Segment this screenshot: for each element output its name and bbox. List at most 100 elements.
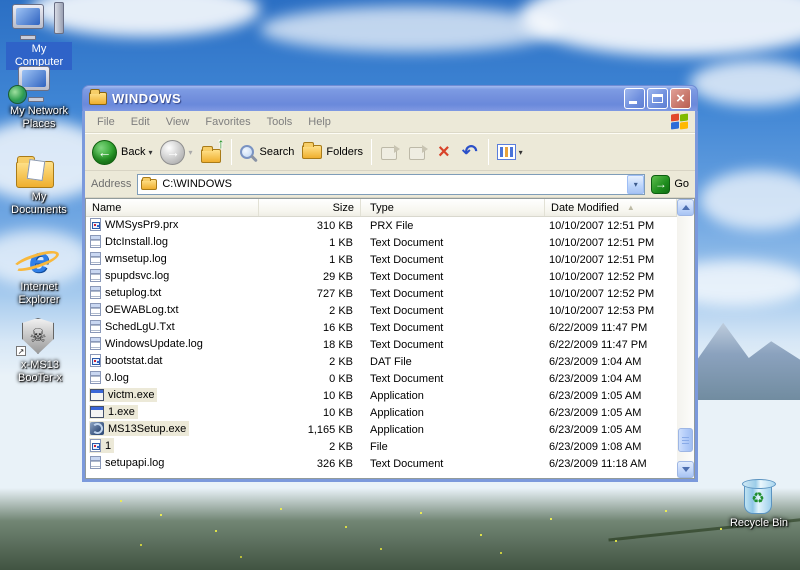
folders-label: Folders: [326, 146, 363, 158]
file-size: 1,165 KB: [259, 424, 361, 436]
scroll-track[interactable]: [677, 216, 694, 461]
file-size: 2 KB: [259, 356, 361, 368]
menu-file[interactable]: File: [89, 116, 123, 128]
file-date-modified: 6/23/2009 1:04 AM: [545, 373, 677, 385]
file-type: Text Document: [361, 271, 545, 283]
file-size: 16 KB: [259, 322, 361, 334]
address-label: Address: [91, 178, 131, 190]
file-date-modified: 10/10/2007 12:52 PM: [545, 288, 677, 300]
folder-icon: [89, 92, 107, 105]
up-button[interactable]: ↑: [198, 139, 226, 165]
go-button[interactable]: → Go: [651, 175, 689, 194]
file-row[interactable]: MS13Setup.exe1,165 KBApplication6/23/200…: [86, 421, 677, 438]
my-documents-icon: [6, 150, 72, 188]
file-row[interactable]: WindowsUpdate.log18 KBText Document6/22/…: [86, 336, 677, 353]
file-row[interactable]: WMSysPr9.prx310 KBPRX File10/10/2007 12:…: [86, 217, 677, 234]
file-row[interactable]: spupdsvc.log29 KBText Document10/10/2007…: [86, 268, 677, 285]
folders-button[interactable]: Folders: [299, 143, 366, 161]
file-row[interactable]: OEWABLog.txt2 KBText Document10/10/2007 …: [86, 302, 677, 319]
menu-view[interactable]: View: [158, 116, 198, 128]
desktop: My Computer My Network Places My Documen…: [0, 0, 800, 570]
file-type: File: [361, 441, 545, 453]
file-row[interactable]: DtcInstall.log1 KBText Document10/10/200…: [86, 234, 677, 251]
undo-icon: ↶: [460, 143, 480, 162]
desktop-icon-internet-explorer[interactable]: e Internet Explorer: [8, 240, 70, 308]
column-header-date-modified[interactable]: Date Modified ▲: [545, 199, 677, 216]
views-button[interactable]: ▾: [494, 142, 526, 162]
views-dropdown-arrow[interactable]: ▾: [519, 148, 523, 157]
toolbar-separator: [371, 139, 372, 165]
shortcut-arrow-icon: ↗: [16, 346, 26, 356]
desktop-icon-my-documents[interactable]: My Documents: [6, 150, 72, 218]
desktop-icon-my-computer[interactable]: My Computer: [6, 2, 72, 70]
file-size: 0 KB: [259, 373, 361, 385]
file-name: WMSysPr9.prx: [105, 219, 178, 231]
address-dropdown-button[interactable]: ▾: [627, 175, 644, 194]
file-rows: WMSysPr9.prx310 KBPRX File10/10/2007 12:…: [86, 217, 677, 478]
my-computer-icon: [6, 2, 72, 40]
window-title: WINDOWS: [112, 91, 624, 106]
file-type: DAT File: [361, 356, 545, 368]
file-name: spupdsvc.log: [105, 270, 169, 282]
move-to-button[interactable]: [377, 142, 403, 162]
scroll-thumb[interactable]: [678, 428, 693, 452]
file-list: Name Size Type Date Modified ▲ WMSysPr9.…: [85, 198, 695, 479]
desktop-icon-label: My Network Places: [4, 104, 74, 132]
windows-logo-icon: [668, 112, 692, 132]
file-icon-text: [90, 252, 101, 265]
close-button[interactable]: ×: [670, 88, 691, 109]
file-name: SchedLgU.Txt: [105, 321, 175, 333]
back-dropdown-arrow[interactable]: ▾: [148, 148, 152, 157]
vertical-scrollbar[interactable]: [677, 199, 694, 478]
file-type: Text Document: [361, 339, 545, 351]
address-input[interactable]: C:\WINDOWS ▾: [137, 174, 645, 195]
file-row[interactable]: 1.exe10 KBApplication6/23/2009 1:05 AM: [86, 404, 677, 421]
forward-button[interactable]: → ▾: [157, 138, 195, 167]
maximize-button[interactable]: [647, 88, 668, 109]
delete-button[interactable]: ×: [433, 140, 455, 164]
file-name: victm.exe: [108, 389, 154, 401]
back-button[interactable]: ← Back ▾: [89, 138, 155, 167]
desktop-icon-label: Internet Explorer: [8, 280, 70, 308]
scroll-down-button[interactable]: [677, 461, 694, 478]
copy-to-button[interactable]: [405, 142, 431, 162]
file-row[interactable]: bootstat.dat2 KBDAT File6/23/2009 1:04 A…: [86, 353, 677, 370]
undo-button[interactable]: ↶: [457, 141, 483, 164]
menu-tools[interactable]: Tools: [259, 116, 301, 128]
file-size: 2 KB: [259, 441, 361, 453]
desktop-icon-my-network-places[interactable]: My Network Places: [4, 64, 74, 132]
sort-ascending-icon: ▲: [627, 203, 635, 212]
file-size: 326 KB: [259, 458, 361, 470]
column-header-name[interactable]: Name: [86, 199, 259, 216]
file-date-modified: 6/22/2009 11:47 PM: [545, 339, 677, 351]
file-date-modified: 10/10/2007 12:52 PM: [545, 271, 677, 283]
file-icon-sys: [90, 354, 101, 367]
file-name: setuplog.txt: [105, 287, 161, 299]
file-type: Text Document: [361, 305, 545, 317]
forward-icon: →: [160, 140, 185, 165]
file-row[interactable]: setupapi.log326 KBText Document6/23/2009…: [86, 455, 677, 472]
desktop-icon-recycle-bin[interactable]: ♻ Recycle Bin: [726, 476, 792, 531]
menu-favorites[interactable]: Favorites: [197, 116, 258, 128]
file-row[interactable]: 0.log 0 KBText Document6/23/2009 1:04 AM: [86, 370, 677, 387]
file-size: 1 KB: [259, 237, 361, 249]
column-header-type[interactable]: Type: [361, 199, 545, 216]
desktop-icon-label: x-MS13 BooTer-x: [8, 358, 72, 386]
desktop-icon-ms13-booter[interactable]: ☠ ↗ x-MS13 BooTer-x: [8, 318, 72, 386]
file-name: 0.log: [105, 372, 129, 384]
file-name: DtcInstall.log: [105, 236, 168, 248]
column-header-size[interactable]: Size: [259, 199, 361, 216]
file-icon-app: [90, 389, 104, 401]
minimize-button[interactable]: [624, 88, 645, 109]
menu-edit[interactable]: Edit: [123, 116, 158, 128]
file-row[interactable]: SchedLgU.Txt16 KBText Document6/22/2009 …: [86, 319, 677, 336]
file-row[interactable]: setuplog.txt727 KBText Document10/10/200…: [86, 285, 677, 302]
file-row[interactable]: wmsetup.log1 KBText Document10/10/2007 1…: [86, 251, 677, 268]
scroll-up-button[interactable]: [677, 199, 694, 216]
title-bar[interactable]: WINDOWS ×: [82, 85, 698, 111]
file-type: Text Document: [361, 373, 545, 385]
file-row[interactable]: victm.exe10 KBApplication6/23/2009 1:05 …: [86, 387, 677, 404]
file-row[interactable]: 12 KBFile6/23/2009 1:08 AM: [86, 438, 677, 455]
search-button[interactable]: Search: [237, 143, 298, 161]
menu-help[interactable]: Help: [300, 116, 339, 128]
